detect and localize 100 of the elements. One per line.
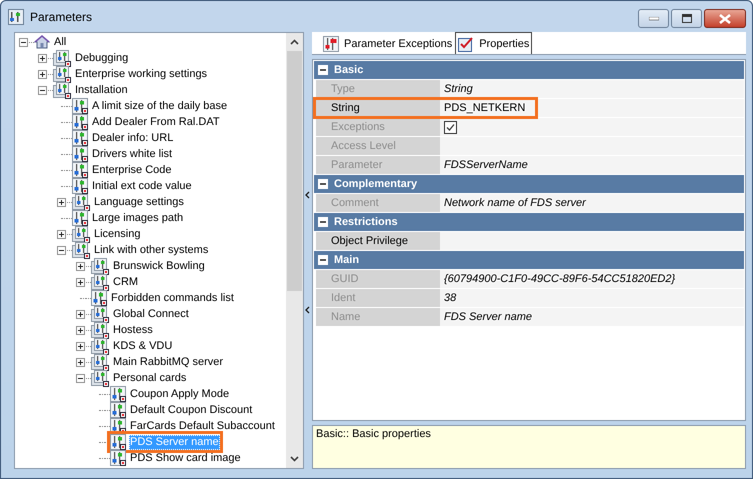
property-label: Comment <box>316 194 440 212</box>
tree-item[interactable]: Coupon Apply Mode <box>129 386 230 402</box>
tree-item[interactable]: Default Coupon Discount <box>129 402 254 418</box>
tree-item[interactable]: Dealer info: URL <box>91 130 174 146</box>
sliders-icon <box>110 386 126 402</box>
tree-item[interactable]: All <box>53 34 68 50</box>
tree-item[interactable]: FarCards Default Subaccount <box>129 418 276 434</box>
sliders-icon <box>91 290 107 306</box>
tree-item[interactable]: A limit size of the daily base <box>91 98 228 114</box>
sliders-stack-icon <box>53 65 71 83</box>
sliders-icon <box>72 114 88 130</box>
tree-item[interactable]: Installation <box>74 82 129 98</box>
sliders-icon <box>110 402 126 418</box>
maximize-icon <box>682 14 692 23</box>
scroll-thumb[interactable] <box>287 51 302 291</box>
collapse-left-icon[interactable] <box>305 191 310 199</box>
property-label: Object Privilege <box>316 232 440 250</box>
expand-toggle[interactable] <box>57 246 66 254</box>
tree-item[interactable]: Language settings <box>93 194 185 210</box>
sliders-stack-icon <box>91 337 109 355</box>
tree-item[interactable]: Licensing <box>93 226 142 242</box>
expand-toggle[interactable] <box>76 342 85 350</box>
tree-item[interactable]: Debugging <box>74 50 130 66</box>
expand-toggle[interactable] <box>76 310 85 318</box>
sliders-stack-icon <box>91 257 109 275</box>
property-label: GUID <box>316 270 440 288</box>
expand-toggle[interactable] <box>76 278 85 286</box>
collapse-left-icon[interactable] <box>305 306 310 314</box>
tree-item[interactable]: Brunswick Bowling <box>112 258 206 274</box>
tab[interactable]: Properties <box>455 32 532 54</box>
tree-item[interactable]: Drivers white list <box>91 146 174 162</box>
tree-item[interactable]: Main RabbitMQ server <box>112 354 224 370</box>
section-header[interactable]: Basic <box>314 61 744 79</box>
property-label: Parameter <box>316 156 440 174</box>
section-header[interactable]: Main <box>314 251 744 269</box>
sliders-icon <box>72 210 88 226</box>
tree-item[interactable]: Enterprise working settings <box>74 66 208 82</box>
sliders-stack-icon <box>72 225 90 243</box>
sliders-icon <box>72 162 88 178</box>
window-title: Parameters <box>30 10 92 24</box>
section-header[interactable]: Restrictions <box>314 213 744 231</box>
sliders-stack-icon <box>72 241 90 259</box>
collapse-icon[interactable] <box>318 179 328 189</box>
scroll-up-icon[interactable] <box>290 39 300 45</box>
scroll-down-icon[interactable] <box>290 456 300 462</box>
expand-toggle[interactable] <box>38 54 47 62</box>
tree-item[interactable]: PDS Show card image <box>129 450 242 466</box>
collapse-icon[interactable] <box>318 255 328 265</box>
sliders-icon <box>110 450 126 466</box>
expand-toggle[interactable] <box>19 38 28 46</box>
house-icon <box>34 34 50 50</box>
expand-toggle[interactable] <box>76 262 85 270</box>
tree-item[interactable]: CRM <box>112 274 140 290</box>
minimize-icon <box>648 16 658 20</box>
tree-item[interactable]: Enterprise Code <box>91 162 172 178</box>
expand-toggle[interactable] <box>57 198 66 206</box>
expand-toggle[interactable] <box>38 70 47 78</box>
close-icon <box>719 14 731 24</box>
section-header[interactable]: Complementary <box>314 175 744 193</box>
property-value[interactable]: PDS_NETKERN <box>440 99 744 117</box>
sliders-stack-icon <box>53 81 71 99</box>
property-label: Name <box>316 308 440 326</box>
tree-item[interactable]: Personal cards <box>112 370 188 386</box>
tree-item[interactable]: Initial ext code value <box>91 178 193 194</box>
app-icon <box>8 8 24 24</box>
sliders-icon <box>72 130 88 146</box>
maximize-button[interactable] <box>671 9 702 28</box>
sliders-icon <box>72 98 88 114</box>
expand-toggle[interactable] <box>76 374 85 382</box>
tree-item[interactable]: Add Dealer From Ral.DAT <box>91 114 221 130</box>
property-label: Ident <box>316 289 440 307</box>
sliders-stack-icon <box>72 193 90 211</box>
sliders-stack-icon <box>91 321 109 339</box>
sliders-stack-icon <box>91 305 109 323</box>
expand-toggle[interactable] <box>76 358 85 366</box>
expand-toggle[interactable] <box>38 86 47 94</box>
expand-toggle[interactable] <box>57 230 66 238</box>
sliders-stack-icon <box>53 49 71 67</box>
tree-item[interactable]: Hostess <box>112 322 154 338</box>
description-text: Basic:: Basic properties <box>316 428 431 440</box>
sliders-stack-icon <box>91 353 109 371</box>
close-button[interactable] <box>704 9 746 28</box>
tree-item[interactable]: Forbidden commands list <box>110 290 235 306</box>
sliders-icon <box>110 434 126 450</box>
sliders-icon <box>323 36 339 52</box>
tree-item[interactable]: Global Connect <box>112 306 190 322</box>
expand-toggle[interactable] <box>76 326 85 334</box>
property-label: Type <box>316 80 440 98</box>
sliders-icon <box>72 146 88 162</box>
sliders-stack-icon <box>91 369 109 387</box>
collapse-icon[interactable] <box>318 65 328 75</box>
tree-item[interactable]: KDS & VDU <box>112 338 174 354</box>
property-label: Access Level <box>316 137 440 155</box>
minimize-button[interactable] <box>638 9 669 28</box>
sliders-icon <box>72 178 88 194</box>
property-label: Exceptions <box>316 118 440 136</box>
collapse-icon[interactable] <box>318 217 328 227</box>
tree-item[interactable]: Large images path <box>91 210 184 226</box>
scrollbar[interactable] <box>286 33 304 468</box>
tree-item[interactable]: Link with other systems <box>93 242 210 258</box>
